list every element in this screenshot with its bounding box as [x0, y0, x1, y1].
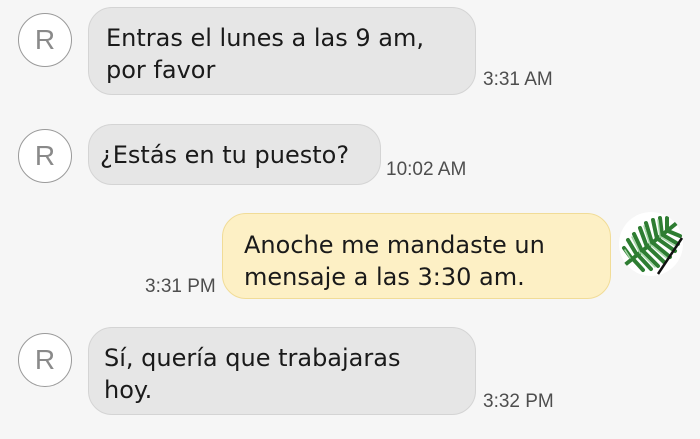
contact-avatar[interactable]: R	[18, 13, 72, 67]
message-timestamp: 3:32 PM	[483, 391, 554, 412]
message-timestamp: 3:31 AM	[483, 69, 553, 90]
fern-leaf-icon	[619, 212, 684, 276]
message-bubble-outgoing[interactable]: Anoche me mandaste un mensaje a las 3:30…	[222, 213, 611, 299]
message-timestamp: 3:31 PM	[145, 276, 216, 297]
contact-avatar[interactable]: R	[18, 333, 72, 387]
message-bubble-incoming[interactable]: Entras el lunes a las 9 am, por favor	[88, 7, 476, 95]
message-bubble-incoming[interactable]: ¿Estás en tu puesto?	[88, 124, 381, 185]
contact-avatar[interactable]: R	[18, 129, 72, 183]
message-timestamp: 10:02 AM	[386, 159, 467, 180]
message-bubble-incoming[interactable]: Sí, quería que trabajaras hoy.	[88, 327, 476, 415]
user-avatar[interactable]	[618, 212, 684, 276]
